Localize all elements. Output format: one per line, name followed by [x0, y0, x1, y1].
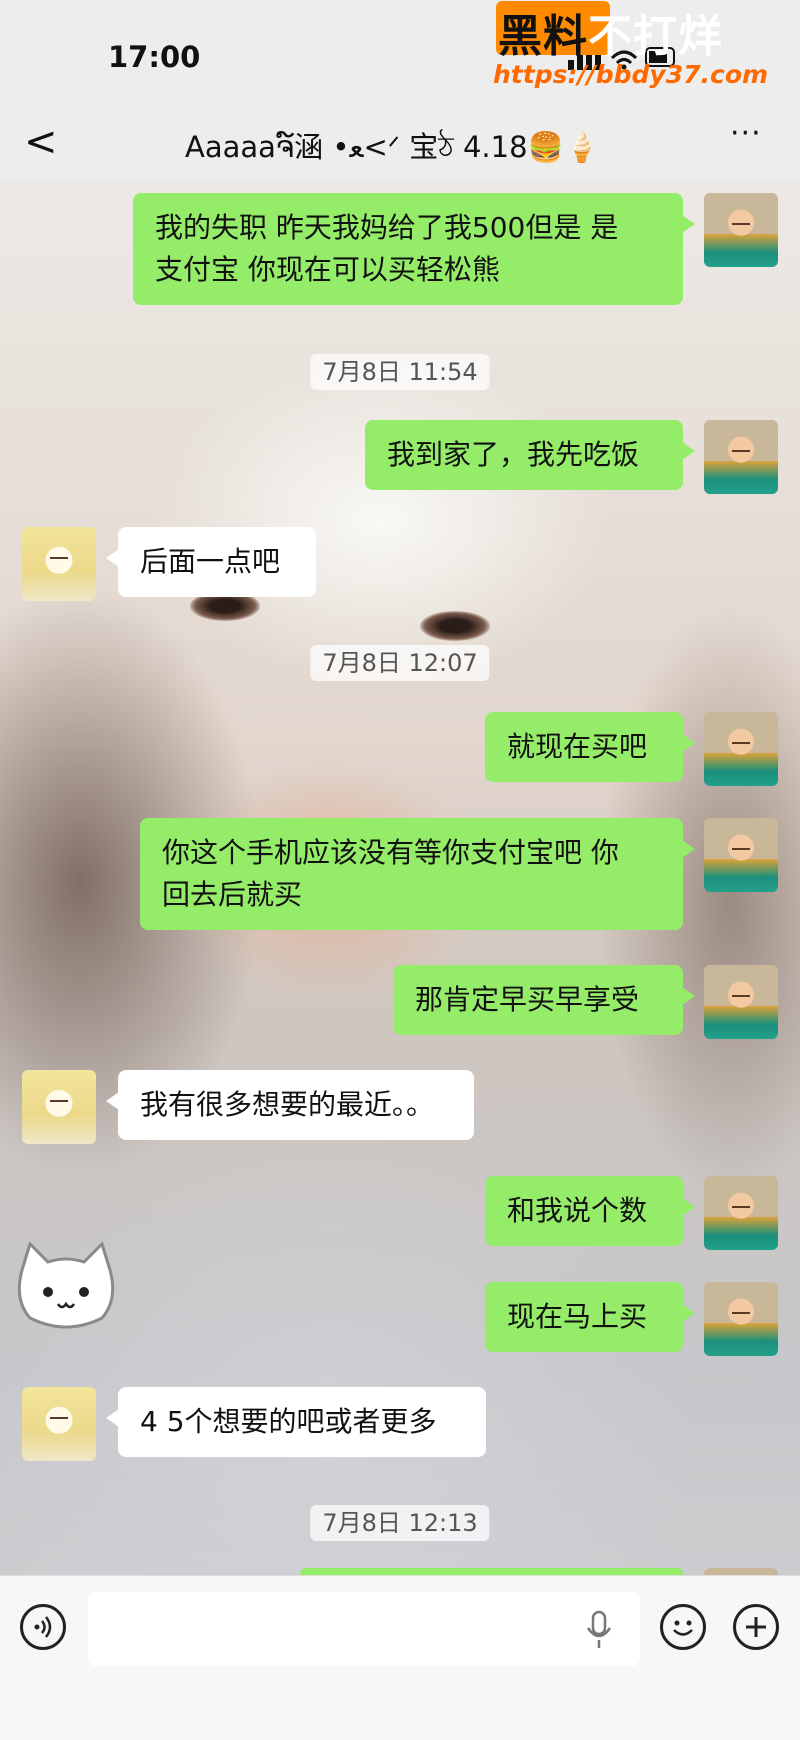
watermark-url: https://bbdy37.com	[493, 60, 769, 89]
mic-icon[interactable]	[586, 1610, 612, 1650]
sent-message[interactable]: 现在马上买	[485, 1282, 695, 1352]
contact-avatar[interactable]	[22, 527, 96, 601]
sent-message[interactable]: 你这个手机应该没有等你支付宝吧 你 回去后就买	[140, 818, 695, 930]
message-input[interactable]	[88, 1592, 640, 1666]
back-icon[interactable]: <	[24, 122, 58, 162]
contact-avatar[interactable]	[22, 1070, 96, 1144]
watermark-brand-dark: 黑料	[498, 11, 588, 62]
timestamp: 7月8日 12:13	[310, 1505, 490, 1541]
sent-message[interactable]: 我的失职 昨天我妈给了我500但是 是 支付宝 你现在可以买轻松熊	[133, 193, 695, 305]
timestamp-row: 7月8日 12:07	[0, 645, 800, 681]
more-icon[interactable]: ···	[730, 116, 762, 151]
received-message[interactable]: 我有很多想要的最近。。	[106, 1070, 474, 1140]
watermark-brand: 黑料不打烊	[498, 0, 723, 64]
timestamp: 7月8日 11:54	[310, 354, 490, 390]
received-message[interactable]: 4 5个想要的吧或者更多	[106, 1387, 486, 1457]
chat-header: < Aaaaaຈ໌涵 •ﻌ<ᐟ 宝ঠ 4.18🍔🍦 ···	[0, 110, 800, 181]
cat-sticker[interactable]	[12, 1240, 120, 1332]
timestamp: 7月8日 12:07	[310, 645, 490, 681]
chat-title: Aaaaaຈ໌涵 •ﻌ<ᐟ 宝ঠ 4.18🍔🍦	[185, 130, 600, 164]
sent-message[interactable]: 和我说个数	[485, 1176, 695, 1246]
my-avatar[interactable]	[704, 1282, 778, 1356]
my-avatar[interactable]	[704, 420, 778, 494]
input-bar	[0, 1575, 800, 1740]
received-message[interactable]: 后面一点吧	[106, 527, 316, 597]
partial-sent-message	[300, 1568, 683, 1575]
status-time: 17:00	[108, 40, 201, 74]
sent-message[interactable]: 那肯定早买早享受	[393, 965, 695, 1035]
watermark-brand-light: 不打烊	[588, 11, 723, 62]
my-avatar[interactable]	[704, 712, 778, 786]
my-avatar[interactable]	[704, 193, 778, 267]
emoji-icon[interactable]	[660, 1604, 706, 1650]
voice-icon[interactable]	[20, 1604, 66, 1650]
sent-message[interactable]: 我到家了，我先吃饭	[365, 420, 695, 490]
plus-icon[interactable]	[733, 1604, 779, 1650]
timestamp-row: 7月8日 11:54	[0, 354, 800, 390]
sent-message[interactable]: 就现在买吧	[485, 712, 695, 782]
partial-avatar	[704, 1568, 778, 1575]
my-avatar[interactable]	[704, 1176, 778, 1250]
my-avatar[interactable]	[704, 965, 778, 1039]
my-avatar[interactable]	[704, 818, 778, 892]
timestamp-row: 7月8日 12:13	[0, 1505, 800, 1541]
contact-avatar[interactable]	[22, 1387, 96, 1461]
